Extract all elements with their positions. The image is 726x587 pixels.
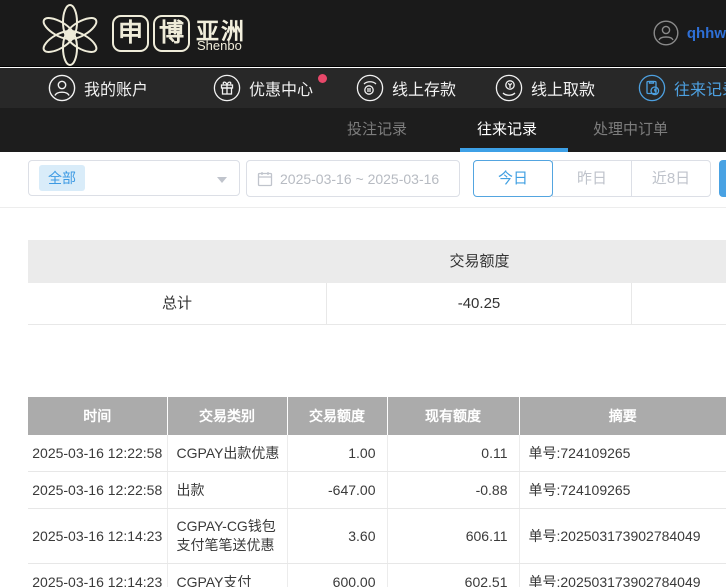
- cell-balance: 0.11: [387, 435, 520, 472]
- col-header-summary: 摘要: [519, 397, 726, 435]
- col-header-type: 交易类别: [167, 397, 288, 435]
- cell-balance: 606.11: [387, 508, 520, 564]
- cell-time: 2025-03-16 12:22:58: [28, 435, 168, 472]
- user-icon: [48, 74, 76, 102]
- cell-balance: -0.88: [387, 471, 520, 509]
- cell-summary: 单号:724109265: [519, 471, 726, 509]
- cell-summary: 单号:724109265: [519, 435, 726, 472]
- summary-total-label: 总计: [28, 283, 327, 324]
- table-header-row: 时间 交易类别 交易额度 现有额度 摘要: [28, 397, 726, 435]
- sub-nav: 投注记录 往来记录 处理中订单: [0, 108, 726, 152]
- summary-header-row: 交易额度: [28, 240, 726, 283]
- cell-time: 2025-03-16 12:14:23: [28, 508, 168, 564]
- summary-total-value: -40.25: [327, 283, 632, 324]
- cell-summary: 单号:202503173902784049: [519, 508, 726, 564]
- nav-item-records[interactable]: 往来记录: [638, 68, 726, 108]
- logo-brand-text: Shenbo: [197, 38, 242, 53]
- col-header-balance: 现有额度: [387, 397, 520, 435]
- nav-item-deposit[interactable]: 线上存款: [356, 68, 456, 108]
- col-header-amount: 交易额度: [287, 397, 388, 435]
- cell-amount: 1.00: [287, 435, 388, 472]
- transaction-records-page: 申 博 亚洲 Shenbo qhhw 我的账户 优惠中心 线上存款 线上取款 往…: [0, 0, 726, 587]
- records-icon: [638, 74, 666, 102]
- cell-amount: 600.00: [287, 563, 388, 587]
- tab-processing-orders[interactable]: 处理中订单: [593, 108, 668, 152]
- nav-item-my-account[interactable]: 我的账户: [48, 68, 148, 108]
- nav-label: 我的账户: [84, 82, 149, 99]
- table-row: 2025-03-16 12:22:58 CGPAY出款优惠 1.00 0.11 …: [28, 435, 726, 472]
- quick-date-button-group: 今日 昨日 近8日: [473, 160, 711, 197]
- type-select[interactable]: 全部: [28, 160, 240, 196]
- summary-total-row: 总计 -40.25: [28, 283, 726, 325]
- date-range-value: 2025-03-16 ~ 2025-03-16: [280, 170, 440, 187]
- main-nav: 我的账户 优惠中心 线上存款 线上取款 往来记: [0, 68, 726, 108]
- avatar-icon: [653, 20, 679, 46]
- search-button[interactable]: [719, 160, 726, 197]
- type-select-value[interactable]: 全部: [39, 165, 85, 191]
- lotus-logo-icon: [42, 4, 98, 66]
- logo-char-bo: 博: [153, 15, 190, 52]
- date-range-picker[interactable]: 2025-03-16 ~ 2025-03-16: [246, 160, 460, 197]
- table-row: 2025-03-16 12:14:23 CGPAY支付 600.00 602.5…: [28, 563, 726, 587]
- yesterday-button[interactable]: 昨日: [552, 160, 632, 197]
- chevron-down-icon: [217, 177, 227, 183]
- nav-item-promotions[interactable]: 优惠中心: [213, 68, 313, 108]
- today-button[interactable]: 今日: [473, 160, 553, 197]
- withdraw-icon: [495, 74, 523, 102]
- cell-type: 出款: [167, 471, 288, 509]
- calendar-icon: [257, 171, 273, 186]
- tab-transaction-records[interactable]: 往来记录: [477, 108, 537, 152]
- col-header-time: 时间: [28, 397, 168, 435]
- table-row: 2025-03-16 12:22:58 出款 -647.00 -0.88 单号:…: [28, 471, 726, 509]
- summary-table: 交易额度 总计 -40.25: [28, 240, 726, 325]
- last8days-button[interactable]: 近8日: [631, 160, 711, 197]
- cell-amount: -647.00: [287, 471, 388, 509]
- nav-item-withdraw[interactable]: 线上取款: [495, 68, 595, 108]
- filter-divider: [0, 207, 726, 208]
- logo-char-shen: 申: [112, 15, 149, 52]
- nav-label: 线上存款: [392, 82, 457, 99]
- gift-icon: [213, 74, 241, 102]
- cell-time: 2025-03-16 12:14:23: [28, 563, 168, 587]
- tab-betting-records[interactable]: 投注记录: [347, 108, 407, 152]
- cell-summary: 单号:202503173902784049: [519, 563, 726, 587]
- user-account-link[interactable]: qhhw: [653, 20, 726, 46]
- table-row: 2025-03-16 12:14:23 CGPAY-CG钱包支付笔笔送优惠 3.…: [28, 508, 726, 564]
- cell-amount: 3.60: [287, 508, 388, 564]
- cell-type: CGPAY-CG钱包支付笔笔送优惠: [167, 508, 288, 564]
- cell-type: CGPAY出款优惠: [167, 435, 288, 472]
- summary-header-label: 交易额度: [449, 253, 510, 270]
- summary-empty-cell: [632, 283, 726, 324]
- deposit-icon: [356, 74, 384, 102]
- transactions-table: 时间 交易类别 交易额度 现有额度 摘要 2025-03-16 12:22:58…: [28, 397, 726, 587]
- nav-label: 优惠中心: [249, 82, 314, 99]
- active-tab-underline: [460, 148, 568, 152]
- cell-type: CGPAY支付: [167, 563, 288, 587]
- nav-label: 线上取款: [531, 82, 596, 99]
- username-label[interactable]: qhhw: [687, 25, 726, 42]
- cell-balance: 602.51: [387, 563, 520, 587]
- top-bar: 申 博 亚洲 Shenbo qhhw: [0, 0, 726, 67]
- nav-label: 往来记录: [674, 82, 726, 99]
- promo-notification-dot: [318, 74, 327, 83]
- cell-time: 2025-03-16 12:22:58: [28, 471, 168, 509]
